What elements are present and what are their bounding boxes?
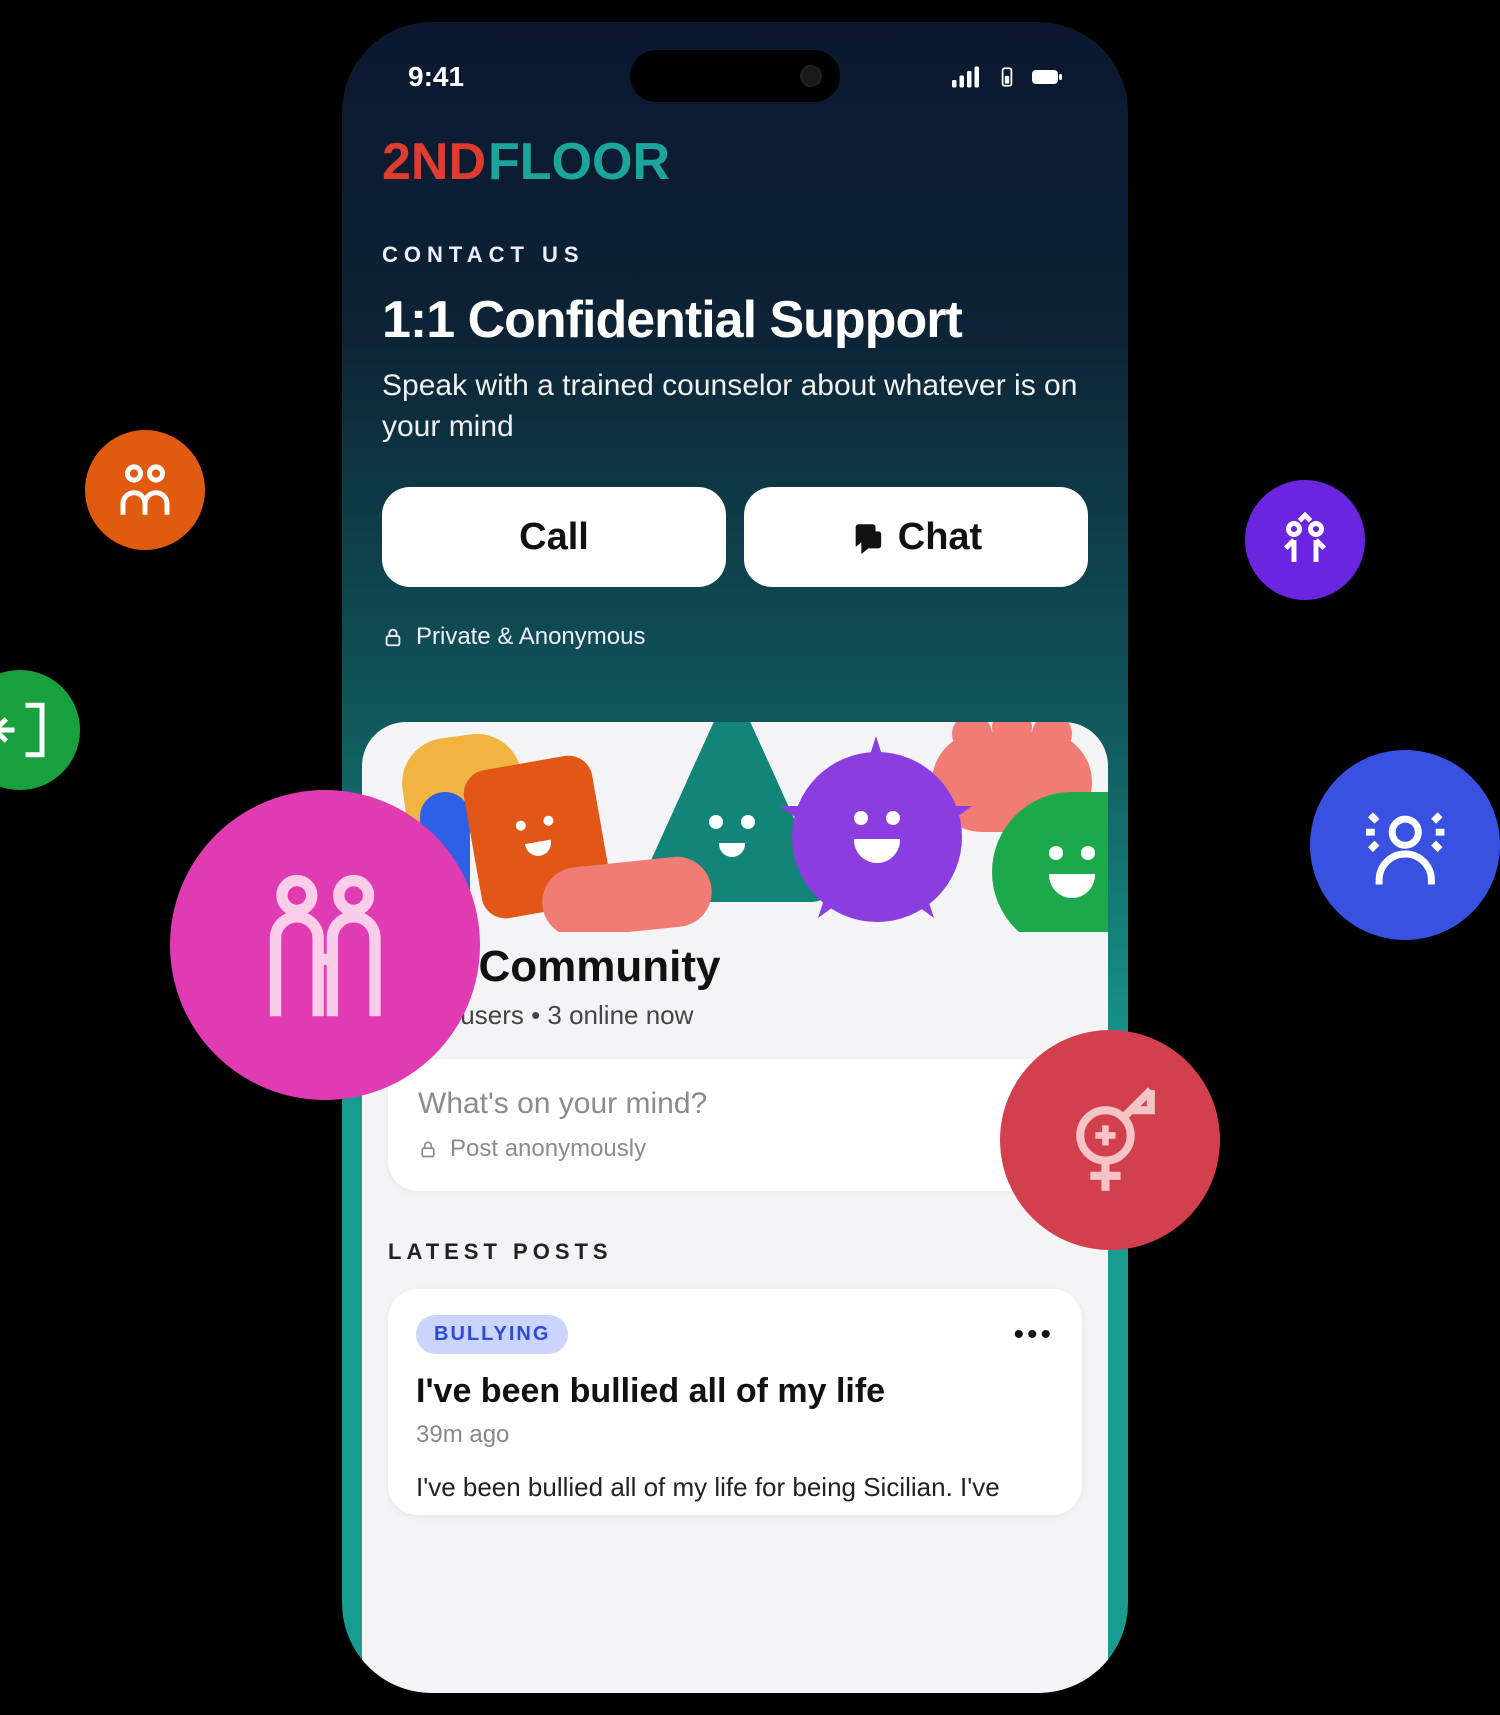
post-tag: BULLYING [416,1315,568,1354]
chat-icon [850,520,884,554]
status-icons [952,66,1062,88]
contact-subtitle: Speak with a trained counselor about wha… [382,366,1088,447]
wifi-icon [992,66,1022,88]
post-card[interactable]: BULLYING ••• I've been bullied all of my… [388,1289,1082,1515]
float-friends-icon [170,790,480,1100]
lock-icon [382,624,404,650]
community-title: Our Community [388,942,1082,992]
compose-sublabel: Post anonymously [418,1135,1052,1163]
logo-part2: FLOOR [488,132,670,192]
call-button[interactable]: Call [382,487,726,587]
chat-button-label: Chat [898,516,982,559]
mascot-strip [362,722,1108,932]
contact-title: 1:1 Confidential Support [382,290,1088,350]
latest-posts-label: LATEST POSTS [388,1239,1082,1265]
status-time: 9:41 [408,61,464,93]
post-menu-icon[interactable]: ••• [1013,1318,1054,1352]
post-title: I've been bullied all of my life [416,1372,1054,1411]
post-body: I've been bullied all of my life for bei… [416,1469,1054,1505]
app-logo: 2NDFLOOR [382,132,1088,192]
chat-button[interactable]: Chat [744,487,1088,587]
float-family-icon [85,430,205,550]
compose-box[interactable]: What's on your mind? Post anonymously [388,1059,1082,1191]
call-button-label: Call [519,516,589,559]
lock-icon [418,1137,438,1161]
float-exit-icon [0,670,80,790]
battery-icon [1032,66,1062,88]
contact-eyebrow: CONTACT US [382,242,1088,268]
post-time: 39m ago [416,1421,1054,1449]
logo-part1: 2ND [382,132,486,192]
float-person-icon [1310,750,1500,940]
community-stats: 2,876 users • 3 online now [388,1000,1082,1031]
phone-screen: 9:41 2NDFLOOR CONTACT US 1:1 Confidentia… [342,22,1128,1693]
private-label: Private & Anonymous [382,623,1088,651]
float-gender-icon [1000,1030,1220,1250]
compose-placeholder: What's on your mind? [418,1087,1052,1121]
community-panel: Our Community 2,876 users • 3 online now… [362,722,1108,1693]
float-highfive-icon [1245,480,1365,600]
signal-icon [952,66,982,88]
phone-notch [630,50,840,102]
